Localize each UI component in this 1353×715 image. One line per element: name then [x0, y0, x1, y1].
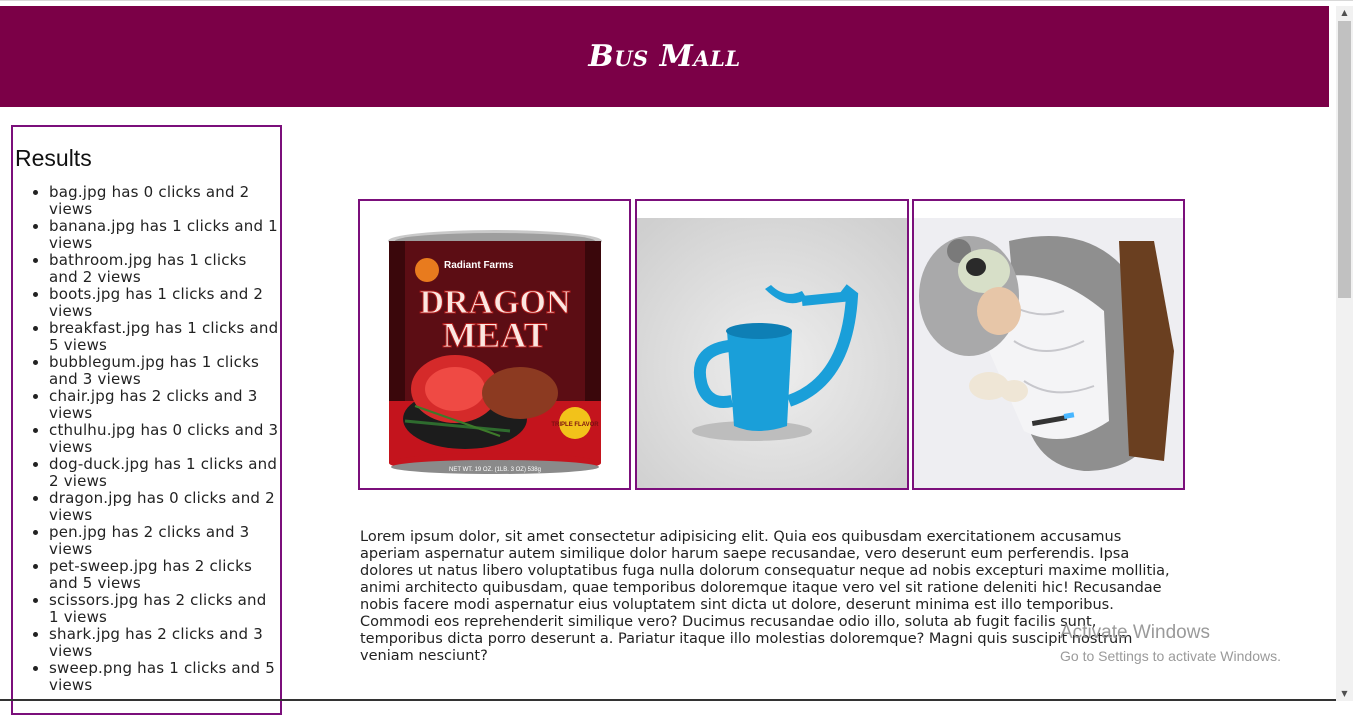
child-sleeping-bag-image — [914, 201, 1183, 488]
results-heading: Results — [15, 145, 92, 171]
site-header: Bus Mall — [0, 6, 1329, 107]
product-name-line2: MEAT — [442, 315, 547, 355]
result-item: bubblegum.jpg has 1 clicks and 3 views — [49, 354, 280, 388]
results-panel: Results bag.jpg has 0 clicks and 2 views… — [11, 125, 282, 715]
result-item: scissors.jpg has 2 clicks and 1 views — [49, 592, 280, 626]
result-item: pet-sweep.jpg has 2 clicks and 5 views — [49, 558, 280, 592]
product-image-dragon[interactable]: Radiant Farms DRAGON MEAT TRIPLE FLAVOR … — [358, 199, 631, 490]
product-image-sweep[interactable] — [912, 199, 1185, 490]
watermark-subtitle: Go to Settings to activate Windows. — [1060, 648, 1281, 664]
result-item: dragon.jpg has 0 clicks and 2 views — [49, 490, 280, 524]
product-image-watering-can[interactable] — [635, 199, 909, 490]
result-item: bag.jpg has 0 clicks and 2 views — [49, 184, 280, 218]
scroll-up-arrow-icon[interactable]: ▲ — [1336, 6, 1353, 20]
result-item: dog-duck.jpg has 1 clicks and 2 views — [49, 456, 280, 490]
result-item: banana.jpg has 1 clicks and 1 views — [49, 218, 280, 252]
result-item: pen.jpg has 2 clicks and 3 views — [49, 524, 280, 558]
scroll-down-arrow-icon[interactable]: ▼ — [1336, 687, 1353, 701]
watermark-title: Activate Windows — [1060, 622, 1210, 643]
vertical-scrollbar[interactable]: ▲ ▼ — [1336, 6, 1353, 701]
net-weight-text: NET WT. 19 OZ. (1LB. 3 OZ) 538g — [449, 467, 541, 473]
result-item: boots.jpg has 1 clicks and 2 views — [49, 286, 280, 320]
dragon-meat-can-image: Radiant Farms DRAGON MEAT TRIPLE FLAVOR … — [360, 201, 629, 488]
result-item: bathroom.jpg has 1 clicks and 2 views — [49, 252, 280, 286]
badge-text: TRIPLE FLAVOR — [551, 422, 599, 428]
result-item: chair.jpg has 2 clicks and 3 views — [49, 388, 280, 422]
result-item: cthulhu.jpg has 0 clicks and 3 views — [49, 422, 280, 456]
result-item: sweep.png has 1 clicks and 5 views — [49, 660, 280, 694]
site-title: Bus Mall — [588, 39, 741, 74]
results-list: bag.jpg has 0 clicks and 2 views banana.… — [13, 184, 280, 694]
brand-text: Radiant Farms — [444, 260, 514, 271]
result-item: breakfast.jpg has 1 clicks and 5 views — [49, 320, 280, 354]
watering-can-image — [637, 201, 907, 488]
result-item: shark.jpg has 2 clicks and 3 views — [49, 626, 280, 660]
scrollbar-thumb[interactable] — [1338, 21, 1351, 298]
description-text: Lorem ipsum dolor, sit amet consectetur … — [360, 529, 1170, 664]
windows-activation-watermark: Activate Windows Go to Settings to activ… — [1060, 622, 1281, 664]
